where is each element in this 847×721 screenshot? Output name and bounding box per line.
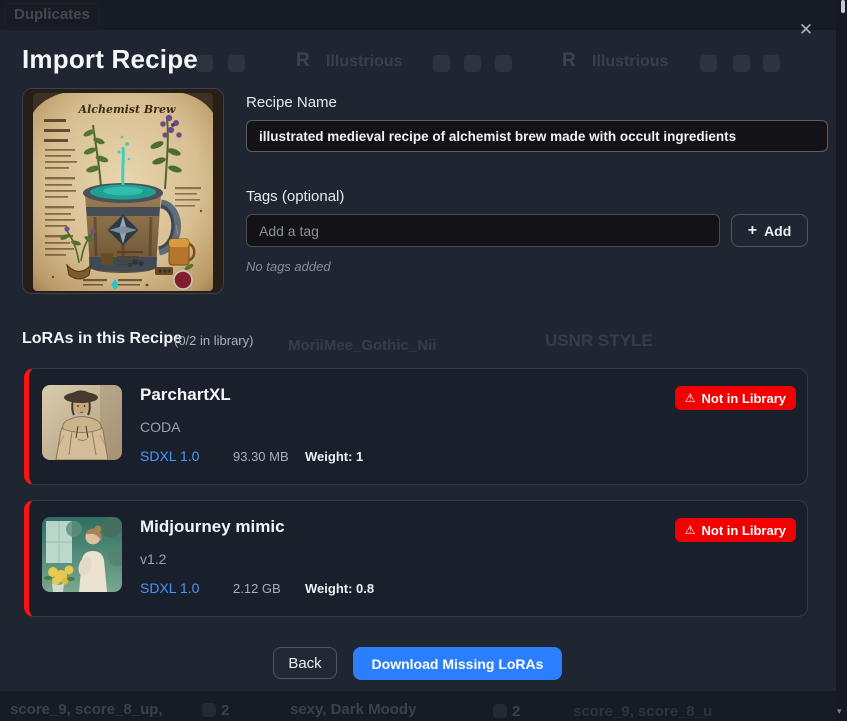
recipe-preview-image: Alchemist Brew <box>23 89 223 293</box>
lora-file-size: 93.30 MB <box>233 449 289 464</box>
lora-card: ParchartXL CODA SDXL 1.0 93.30 MB Weight… <box>24 368 808 485</box>
lora-version: v1.2 <box>140 551 166 567</box>
svg-text:Alchemist Brew: Alchemist Brew <box>78 103 176 116</box>
ghost-trash-icon <box>495 55 512 72</box>
lora-name: Midjourney mimic <box>140 517 285 537</box>
ghost-trash-icon <box>228 55 245 72</box>
ghost-lora-title: MoriiMee_Gothic_Nii <box>288 337 436 354</box>
ghost-send-icon <box>464 55 481 72</box>
lora-thumbnail <box>42 385 122 460</box>
warning-icon: ⚠ <box>685 392 696 404</box>
overlay-right <box>836 0 847 721</box>
recipe-name-input[interactable] <box>246 120 828 152</box>
lora-base-model-link[interactable]: SDXL 1.0 <box>140 580 199 596</box>
lora-weight: Weight: 1 <box>305 449 363 464</box>
overlay-bottom <box>0 691 847 721</box>
ghost-model-badge: R <box>562 50 576 72</box>
download-missing-loras-button[interactable]: Download Missing LoRAs <box>353 647 562 680</box>
recipe-preview-frame: Alchemist Brew <box>22 88 224 294</box>
lora-file-size: 2.12 GB <box>233 581 281 596</box>
ghost-trash-icon <box>763 55 780 72</box>
ghost-model-badge: R <box>296 50 310 72</box>
status-badge-label: Not in Library <box>701 391 786 406</box>
plus-icon: + <box>748 223 757 239</box>
modal-title: Import Recipe <box>22 44 198 75</box>
lora-thumbnail <box>42 517 122 592</box>
lora-name: ParchartXL <box>140 385 231 405</box>
ghost-base-model-label: Illustrious <box>592 53 668 71</box>
add-tag-button-label: Add <box>764 223 791 239</box>
warning-icon: ⚠ <box>685 524 696 536</box>
status-badge: ⚠ Not in Library <box>675 386 796 410</box>
status-badge: ⚠ Not in Library <box>675 518 796 542</box>
loras-section-heading: LoRAs in this Recipe <box>22 330 182 348</box>
overlay-top <box>0 0 847 30</box>
lora-base-model-link[interactable]: SDXL 1.0 <box>140 448 199 464</box>
tags-label: Tags (optional) <box>246 188 344 205</box>
lora-version: CODA <box>140 419 180 435</box>
add-tag-input[interactable] <box>246 214 720 247</box>
lora-card: Midjourney mimic v1.2 SDXL 1.0 2.12 GB W… <box>24 500 808 617</box>
loras-library-count: (0/2 in library) <box>174 333 253 348</box>
close-icon[interactable]: ✕ <box>792 16 820 44</box>
add-tag-button[interactable]: + Add <box>731 214 808 247</box>
back-button[interactable]: Back <box>273 647 337 679</box>
scrollbar-down-arrow-icon[interactable]: ▾ <box>837 707 842 717</box>
scrollbar-thumb[interactable] <box>841 0 845 13</box>
no-tags-message: No tags added <box>246 259 331 274</box>
ghost-base-model-label: Illustrious <box>326 53 402 71</box>
ghost-share-icon <box>433 55 450 72</box>
ghost-lora-title: USNR STYLE <box>545 331 653 351</box>
ghost-send-icon <box>733 55 750 72</box>
import-recipe-modal-screen: ▾ Duplicates R Illustrious R Illustrious… <box>0 0 847 721</box>
ghost-share-icon <box>700 55 717 72</box>
status-badge-label: Not in Library <box>701 523 786 538</box>
ghost-send-icon <box>196 55 213 72</box>
lora-weight: Weight: 0.8 <box>305 581 374 596</box>
recipe-name-label: Recipe Name <box>246 94 337 111</box>
